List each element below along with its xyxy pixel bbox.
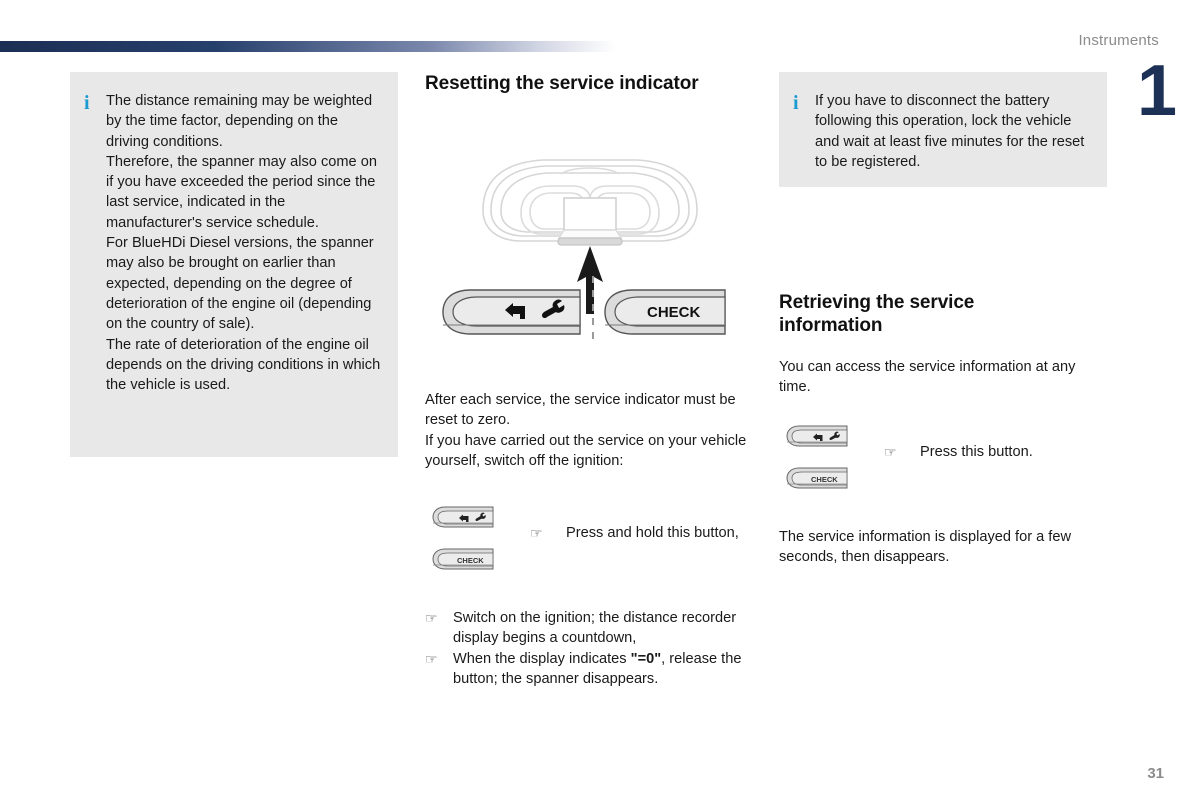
header-gradient-rule [0, 41, 615, 52]
reset-button-thumbnail [432, 506, 494, 528]
reset-intro-paragraph: After each service, the service indicato… [425, 392, 736, 429]
pointing-hand-icon: ☞ [530, 525, 543, 542]
reset-steps-list: ☞ Switch on the ignition; the distance r… [425, 608, 755, 689]
svg-text:CHECK: CHECK [457, 556, 484, 565]
info-paragraph: The rate of deterioration of the engine … [106, 336, 381, 394]
info-box-text: If you have to disconnect the battery fo… [815, 91, 1091, 187]
step-text: Switch on the ignition; the distance rec… [453, 610, 737, 647]
page-section-title: Instruments [1078, 32, 1159, 49]
stalk-buttons-figure: CHECK [425, 248, 755, 344]
page-number: 31 [1147, 765, 1164, 782]
check-button-thumbnail: CHECK [786, 467, 848, 489]
check-stalk-button-graphic: CHECK [604, 289, 726, 335]
reset-stalk-button-graphic [442, 289, 581, 335]
step-text-before: When the display indicates [453, 650, 631, 667]
info-icon: i [793, 92, 799, 114]
retrieving-intro-text: You can access the service information a… [779, 357, 1107, 398]
press-hold-caption-row: ☞ Press and hold this button, [530, 501, 755, 543]
reset-intro-text: After each service, the service indicato… [425, 390, 755, 471]
step-emphasis: "=0" [630, 650, 662, 667]
press-caption: Press this button. [920, 443, 1033, 460]
button-thumbnails: CHECK [425, 501, 530, 586]
retrieving-closing-paragraph: The service information is displayed for… [779, 528, 1072, 565]
section-heading-resetting: Resetting the service indicator [425, 73, 699, 94]
reset-intro-paragraph: If you have carried out the service on y… [425, 432, 747, 469]
button-thumbnails-svg: CHECK [432, 506, 494, 570]
right-column: i If you have to disconnect the battery … [779, 72, 1107, 567]
pointing-hand-icon: ☞ [884, 443, 897, 460]
reset-button-thumbnail [786, 425, 848, 447]
info-paragraph: If you have to disconnect the battery fo… [815, 93, 1085, 170]
check-button-thumbnail: CHECK [432, 548, 494, 570]
info-paragraph: Therefore, the spanner may also come on … [106, 153, 377, 231]
info-box-text: The distance remaining may be weighted b… [106, 91, 382, 457]
info-icon: i [84, 92, 90, 114]
chapter-number: 1 [1136, 51, 1177, 131]
check-button-label: CHECK [647, 304, 701, 321]
info-box-battery-disconnect: i If you have to disconnect the battery … [779, 72, 1107, 187]
press-caption-row: ☞ Press this button. [884, 420, 1107, 462]
svg-text:CHECK: CHECK [811, 475, 838, 484]
info-box-distance-remaining: i The distance remaining may be weighted… [70, 72, 398, 457]
pointing-hand-icon: ☞ [425, 650, 438, 667]
retrieving-intro-paragraph: You can access the service information a… [779, 359, 1076, 396]
press-hold-button-row: CHECK ☞ Press and hold this button, [425, 501, 755, 586]
retrieving-closing-text: The service information is displayed for… [779, 527, 1107, 568]
press-button-row: CHECK ☞ Press this button. [779, 420, 1107, 505]
stalk-buttons-svg: CHECK [442, 248, 726, 344]
left-column: i The distance remaining may be weighted… [70, 72, 398, 457]
info-paragraph: The distance remaining may be weighted b… [106, 93, 373, 150]
list-item: ☞ Switch on the ignition; the distance r… [425, 608, 755, 649]
header-gradient-fill [0, 41, 615, 52]
step-text: When the display indicates "=0", release… [453, 649, 755, 690]
section-heading-retrieving: Retrieving the service information [779, 292, 975, 336]
button-thumbnails-svg: CHECK [786, 425, 848, 489]
middle-column: Resetting the service indicator CHECK Af… [425, 72, 755, 689]
info-paragraph: For BlueHDi Diesel versions, the spanner… [106, 235, 374, 333]
pointing-hand-icon: ☞ [425, 610, 438, 627]
button-thumbnails: CHECK [779, 420, 884, 505]
list-item: ☞ When the display indicates "=0", relea… [425, 649, 755, 690]
press-hold-caption: Press and hold this button, [566, 525, 739, 542]
